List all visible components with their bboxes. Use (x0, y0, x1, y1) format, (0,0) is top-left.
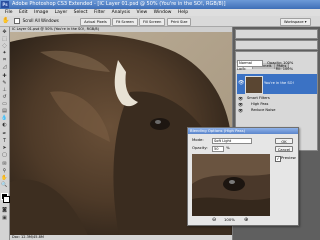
preview-label: Preview (281, 155, 296, 160)
print-size-button[interactable]: Print Size (166, 18, 192, 26)
layer-fill-label[interactable]: Fill: 100% (276, 67, 293, 71)
layer-name: You're in the SO! (264, 81, 294, 85)
window-titlebar: Adobe Photoshop CS3 Extended - [IC Layer… (0, 0, 320, 9)
blending-options-dialog: Blending Options (High Pass) Mode: Soft … (187, 127, 299, 226)
opacity-input[interactable]: 50 (212, 146, 224, 152)
eraser-tool-icon[interactable]: ▭ (1, 101, 8, 107)
status-bar: Doc: 12.3M/45.8M (10, 235, 232, 240)
menu-layer[interactable]: Layer (55, 10, 68, 15)
layer-row[interactable]: 👁 You're in the SO! (237, 74, 317, 94)
eye-icon[interactable]: 👁 (238, 96, 243, 101)
crop-tool-icon[interactable]: ⌗ (1, 57, 8, 63)
opacity-label: Opacity: (192, 145, 208, 150)
path-selection-tool-icon[interactable]: ➤ (1, 145, 8, 151)
cancel-button[interactable]: Cancel (275, 146, 293, 152)
blend-mode-select[interactable]: Normal (237, 60, 263, 67)
zoom-tool-icon[interactable]: 🔍 (1, 182, 8, 188)
scroll-all-label: Scroll All Windows (22, 18, 59, 23)
layer-name: High Pass (251, 102, 269, 106)
quick-mask-icon[interactable]: ◙ (1, 207, 8, 213)
zoom-out-icon[interactable]: ⊖ (212, 217, 216, 223)
dialog-zoom-level: 100% (224, 217, 235, 222)
layer-row[interactable]: 👁 High Pass (237, 102, 320, 107)
menu-select[interactable]: Select (74, 10, 88, 15)
zoom-in-icon[interactable]: ⊕ (244, 217, 248, 223)
dialog-preview-image[interactable] (192, 154, 270, 216)
photoshop-logo-icon: Ps (1, 1, 9, 8)
clone-stamp-tool-icon[interactable]: ⊥ (1, 87, 8, 93)
marquee-tool-icon[interactable]: ⬚ (1, 36, 8, 42)
menu-window[interactable]: Window (154, 10, 172, 15)
lasso-tool-icon[interactable]: ◌ (1, 43, 8, 49)
eye-icon[interactable]: 👁 (238, 108, 243, 113)
actual-pixels-button[interactable]: Actual Pixels (80, 18, 111, 26)
toolbox: ✥ ⬚ ◌ ✦ ⌗ ◿ ✚ ✎ ⊥ ↺ ▭ ▤ 💧 ◐ ✒ T ➤ ▢ ✉ ⚲ … (0, 27, 10, 240)
history-brush-tool-icon[interactable]: ↺ (1, 94, 8, 100)
menu-view[interactable]: View (137, 10, 148, 15)
menu-file[interactable]: File (5, 10, 13, 15)
slice-tool-icon[interactable]: ◿ (1, 64, 8, 70)
layer-name: Smart Filters (247, 96, 270, 100)
scroll-all-checkbox[interactable] (14, 18, 21, 24)
healing-brush-tool-icon[interactable]: ✚ (1, 73, 8, 79)
eye-icon[interactable]: 👁 (238, 102, 243, 107)
menu-image[interactable]: Image (34, 10, 48, 15)
lock-row: Lock: Fill: 100% (237, 67, 317, 72)
menu-filter[interactable]: Filter (94, 10, 105, 15)
pen-tool-icon[interactable]: ✒ (1, 131, 8, 137)
navigator-panel: NavigatorHistogramInfo (235, 29, 318, 47)
brush-tool-icon[interactable]: ✎ (1, 80, 8, 86)
mode-select[interactable]: Soft Light (212, 138, 252, 144)
layer-opacity-label[interactable]: Opacity: 100% (267, 61, 293, 65)
layer-name: Reduce Noise (251, 108, 276, 112)
eyedropper-tool-icon[interactable]: ⚲ (1, 168, 8, 174)
layer-row[interactable]: 👁 Smart Filters (237, 96, 320, 101)
magic-wand-tool-icon[interactable]: ✦ (1, 50, 8, 56)
opacity-unit: % (226, 145, 230, 150)
color-panel: ColorSwatchesStyles (235, 40, 318, 58)
hand-tool-icon[interactable]: ✋ (1, 175, 8, 181)
window-title: Adobe Photoshop CS3 Extended - [IC Layer… (12, 1, 226, 7)
fit-screen-button[interactable]: Fit Screen (112, 18, 138, 26)
dodge-tool-icon[interactable]: ◐ (1, 122, 8, 128)
ok-button[interactable]: OK (275, 138, 293, 144)
workspace-button[interactable]: Workspace ▾ (280, 18, 311, 26)
options-bar: ✋ Scroll All Windows Actual Pixels Fit S… (0, 16, 320, 27)
gradient-tool-icon[interactable]: ▤ (1, 108, 8, 114)
eye-icon[interactable]: 👁 (238, 81, 244, 86)
type-tool-icon[interactable]: T (1, 138, 8, 144)
lock-label: Lock: (237, 67, 247, 71)
blend-mode-row: Normal Opacity: 100% (237, 60, 317, 67)
mode-label: Mode: (192, 137, 204, 142)
doc-size-status: Doc: 12.3M/45.8M (12, 235, 44, 239)
menu-analysis[interactable]: Analysis (112, 10, 131, 15)
move-tool-icon[interactable]: ✥ (1, 29, 8, 35)
notes-tool-icon[interactable]: ✉ (1, 161, 8, 167)
layer-thumbnail (245, 76, 263, 94)
screen-mode-icon[interactable]: ▣ (1, 215, 8, 221)
menu-help[interactable]: Help (178, 10, 188, 15)
blur-tool-icon[interactable]: 💧 (1, 115, 8, 121)
menu-edit[interactable]: Edit (19, 10, 28, 15)
fill-screen-button[interactable]: Fill Screen (139, 18, 166, 26)
hand-tool-icon: ✋ (2, 17, 10, 24)
dialog-title: Blending Options (High Pass) (188, 128, 298, 134)
background-color-swatch[interactable] (3, 196, 10, 203)
shape-tool-icon[interactable]: ▢ (1, 152, 8, 158)
layer-row[interactable]: 👁 Reduce Noise (237, 108, 320, 113)
